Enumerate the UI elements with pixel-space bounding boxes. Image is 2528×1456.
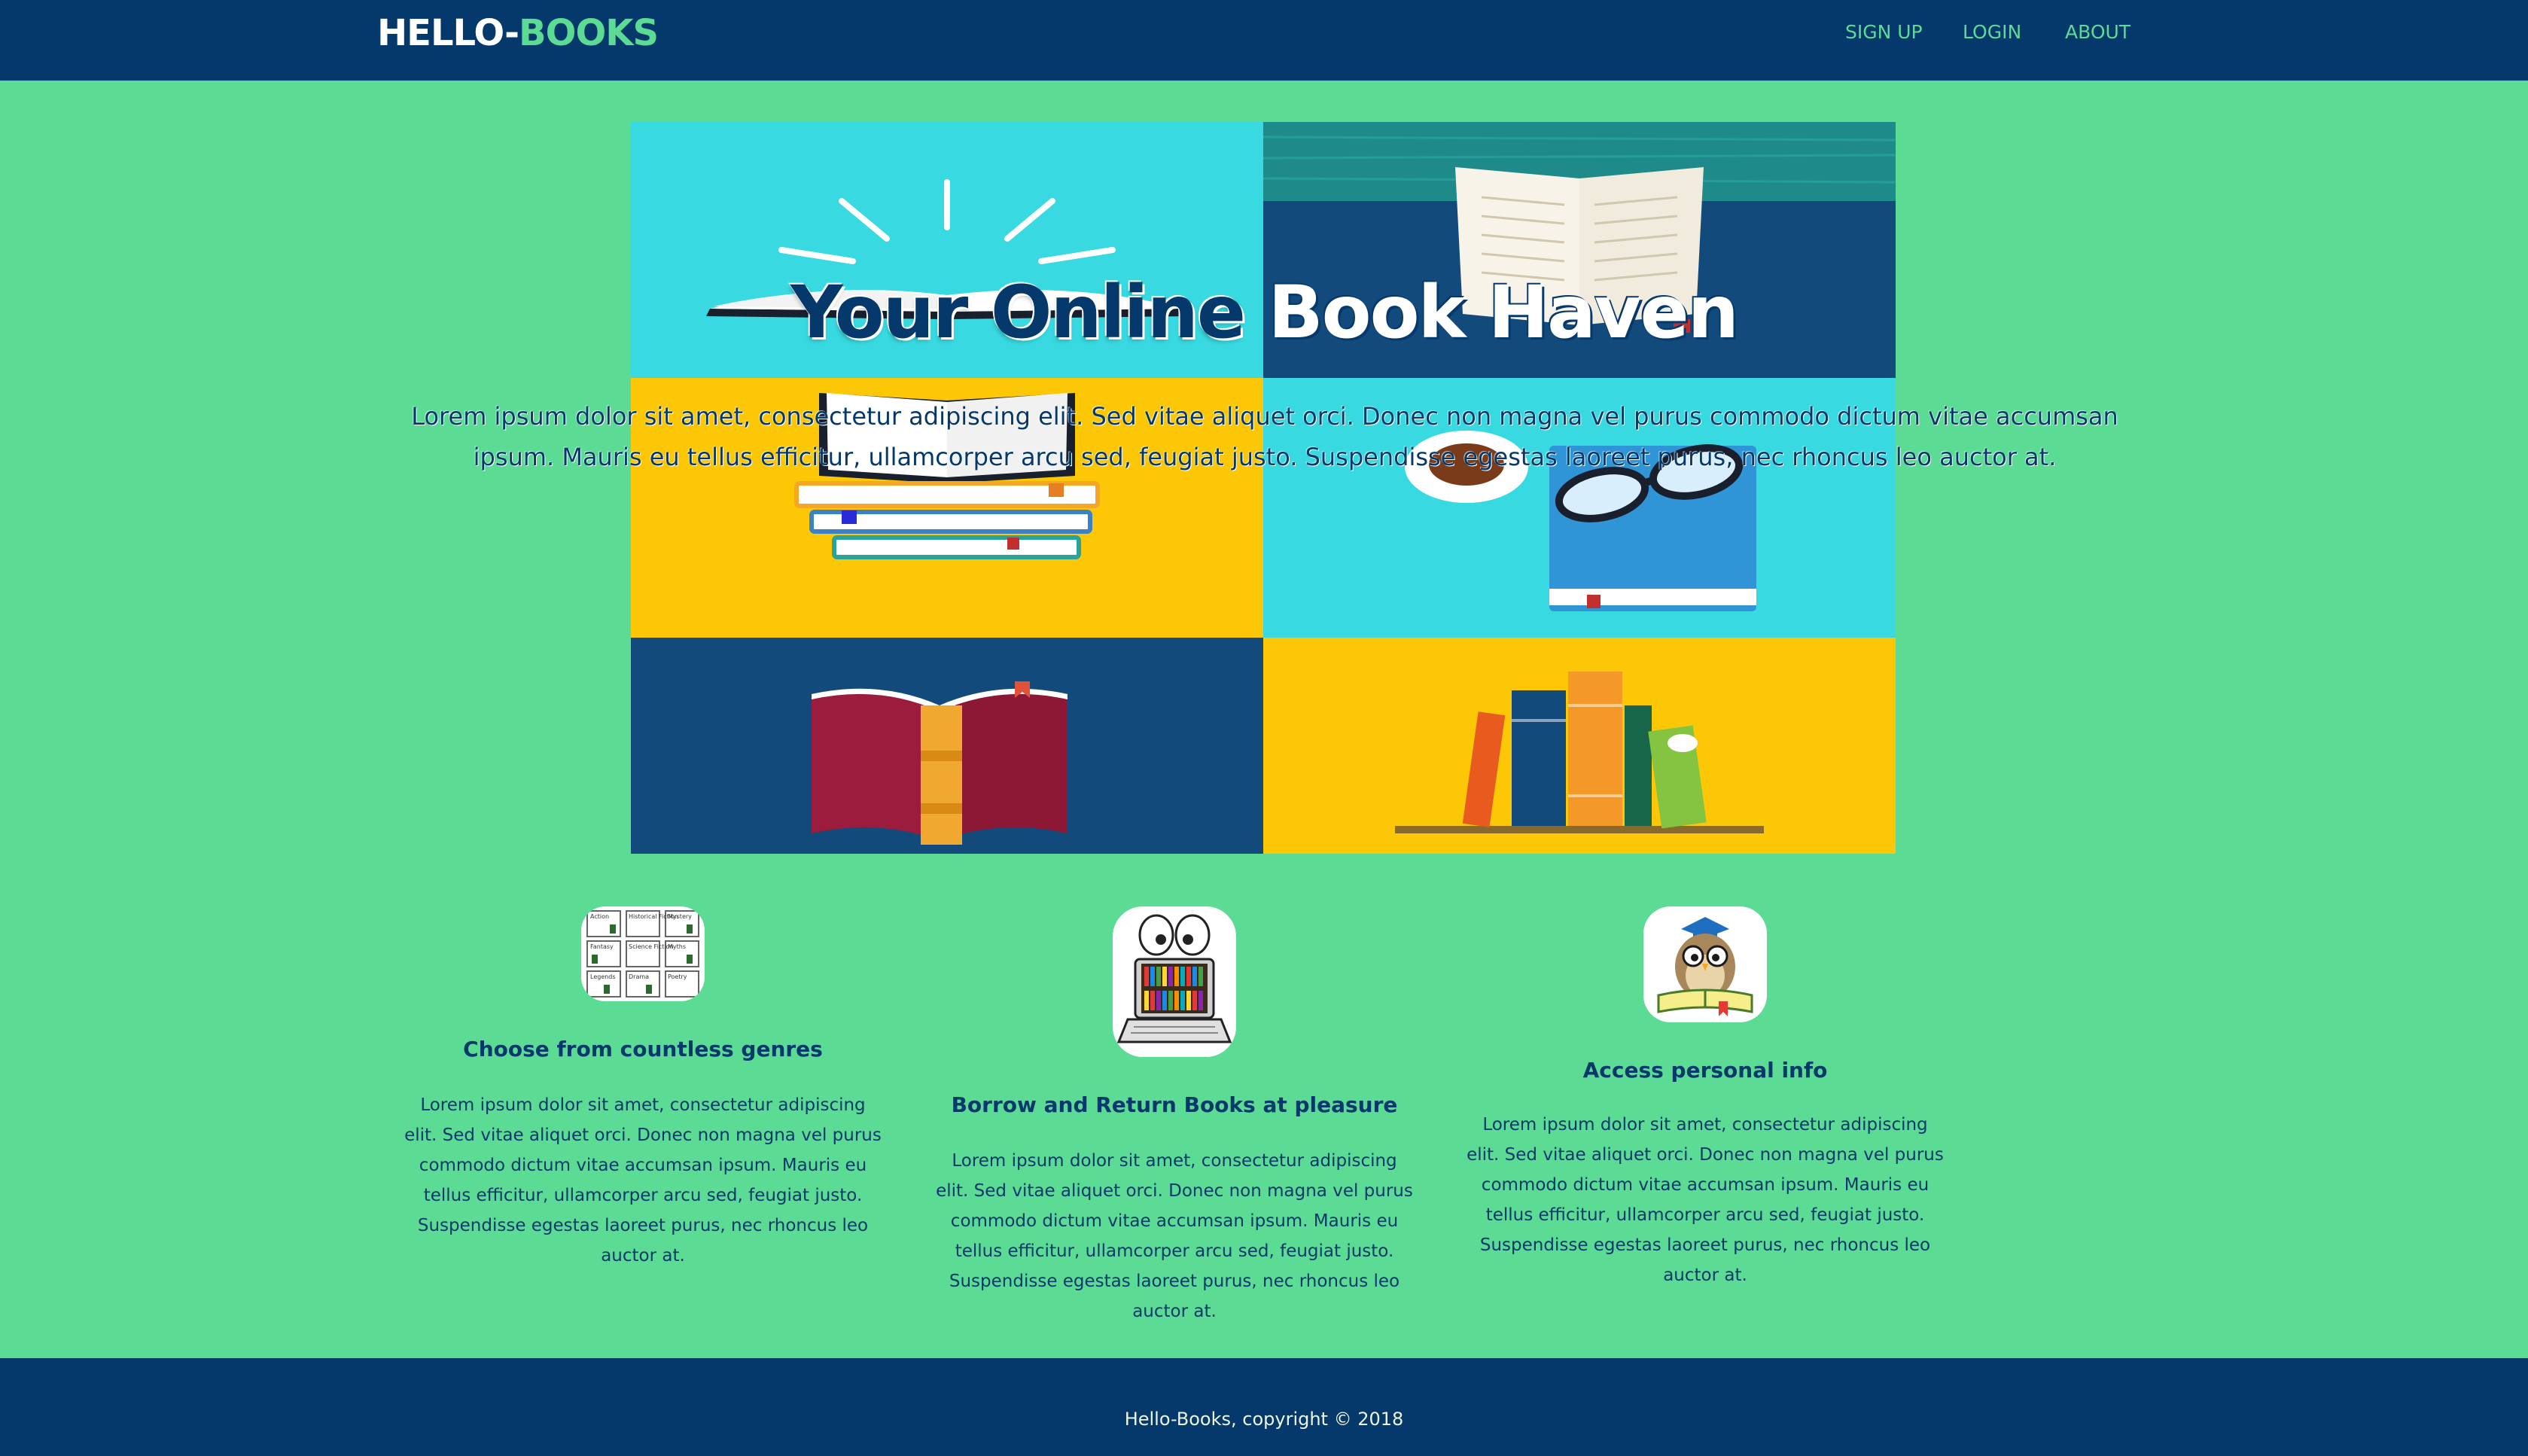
feature-text: Lorem ipsum dolor sit amet, consectetur … — [936, 1151, 1413, 1321]
red-book-icon — [812, 681, 1068, 845]
feature-genres: Action Historical Fiction Mystery Fantas… — [394, 906, 891, 1266]
genre-label: Myths — [668, 943, 686, 950]
genre-label: Action — [590, 913, 609, 920]
brand-logo[interactable]: HELLO-BOOKS — [377, 12, 659, 54]
hero-title-part1: Your Online — [790, 270, 1246, 355]
hero-description: Lorem ipsum dolor sit amet, consectetur … — [411, 402, 2118, 471]
bookshelf-icon — [1395, 672, 1764, 833]
feature-text: Lorem ipsum dolor sit amet, consectetur … — [404, 1095, 882, 1266]
owl-reading-svg — [1657, 917, 1753, 1016]
feature-title: Choose from countless genres — [463, 1037, 823, 1062]
navbar: HELLO-BOOKS SIGN UP LOGIN ABOUT — [0, 0, 2528, 81]
footer: Hello-Books, copyright © 2018 — [0, 1358, 2528, 1456]
genre-label: Fantasy — [590, 943, 614, 950]
feature-text: Lorem ipsum dolor sit amet, consectetur … — [1467, 1115, 1944, 1285]
brand-part2: BOOKS — [519, 12, 659, 54]
hero-tile-red-book — [631, 638, 1263, 854]
brand-part1: HELLO- — [377, 12, 519, 54]
footer-copyright: Hello-Books, copyright © 2018 — [1124, 1409, 1404, 1430]
nav-login-link[interactable]: LOGIN — [1963, 21, 2021, 44]
genre-label: Science Fiction — [629, 943, 674, 950]
genre-label: Drama — [629, 973, 649, 980]
hero-collage-image — [631, 122, 1896, 854]
genre-label: Poetry — [668, 973, 687, 980]
nav-about-link[interactable]: ABOUT — [2065, 21, 2131, 44]
genre-label: Legends — [590, 973, 616, 980]
feature-title: Borrow and Return Books at pleasure — [951, 1092, 1398, 1117]
hero-tile-bookshelf — [1263, 638, 1896, 854]
genre-label: Mystery — [668, 913, 692, 920]
owl-reading-icon — [1643, 906, 1767, 1022]
feature-borrow: Borrow and Return Books at pleasure Lore… — [926, 906, 1423, 1321]
laptop-bookshelf-icon — [1113, 906, 1236, 1057]
feature-personal-info: Access personal info Lorem ipsum dolor s… — [1457, 906, 1954, 1285]
genres-grid-svg: Action Historical Fiction Mystery Fantas… — [586, 910, 699, 998]
genres-grid-icon: Action Historical Fiction Mystery Fantas… — [581, 906, 705, 1001]
hero-title-part2: Book Haven — [1268, 270, 1738, 355]
hero-title: Your Online Book Haven — [0, 271, 2528, 354]
feature-title: Access personal info — [1582, 1058, 1828, 1083]
laptop-bookshelf-svg — [1116, 914, 1232, 1043]
nav-signup-link[interactable]: SIGN UP — [1845, 21, 1923, 44]
